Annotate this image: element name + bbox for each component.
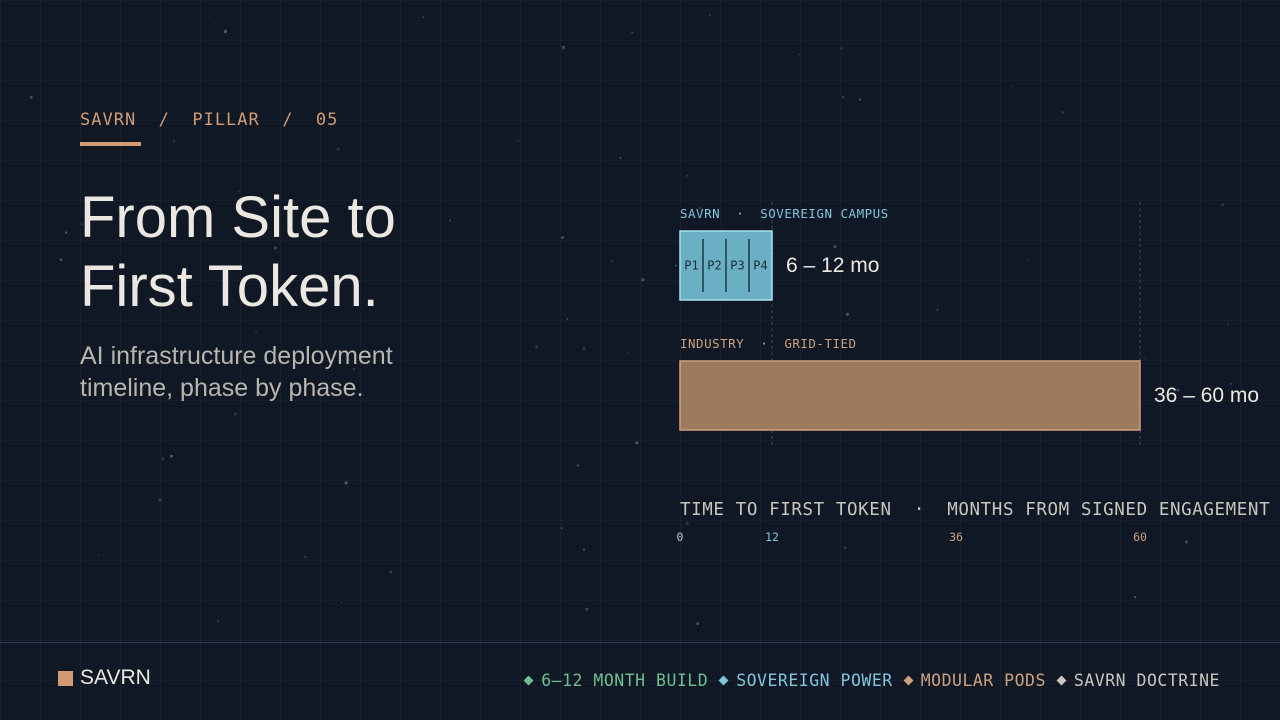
diamond-icon	[903, 675, 914, 686]
footer-brand: SAVRN	[58, 666, 151, 690]
footer-tag-build: 6–12 MONTH BUILD	[523, 671, 709, 690]
x-axis-title: TIME TO FIRST TOKEN · MONTHS FROM SIGNED…	[680, 500, 1271, 520]
bar-value-industry: 36 – 60 mo	[1154, 384, 1260, 407]
footer-tag-doctrine: SAVRN DOCTRINE	[1056, 671, 1220, 690]
footer-tag-label: MODULAR PODS	[920, 671, 1046, 690]
footer-tag-label: 6–12 MONTH BUILD	[541, 671, 709, 690]
diamond-icon	[718, 675, 729, 686]
x-tick-60: 60	[1133, 530, 1147, 544]
bar-value-savrn: 6 – 12 mo	[786, 254, 880, 277]
footer-brand-name: SAVRN	[80, 666, 151, 689]
x-tick-36: 36	[949, 530, 963, 544]
footer-tag-label: SAVRN DOCTRINE	[1073, 671, 1220, 690]
x-tick-12: 12	[765, 530, 779, 544]
diamond-icon	[1056, 675, 1067, 686]
footer-tags: 6–12 MONTH BUILD SOVEREIGN POWER MODULAR…	[513, 671, 1220, 690]
segment-label-p4: P4	[753, 259, 767, 273]
footer-tag-pods: MODULAR PODS	[903, 671, 1046, 690]
segment-label-p3: P3	[730, 259, 744, 273]
bar-industry	[679, 360, 1141, 431]
footer-tag-label: SOVEREIGN POWER	[736, 671, 893, 690]
segment-label-p1: P1	[684, 259, 698, 273]
diamond-icon	[523, 675, 534, 686]
x-tick-0: 0	[676, 530, 684, 544]
segment-label-p2: P2	[707, 259, 721, 273]
footer-tag-power: SOVEREIGN POWER	[718, 671, 893, 690]
timeline-chart: P1 P2 P3 P4	[679, 202, 1141, 446]
brand-logo-square	[58, 670, 73, 686]
footer-divider	[0, 642, 1280, 643]
